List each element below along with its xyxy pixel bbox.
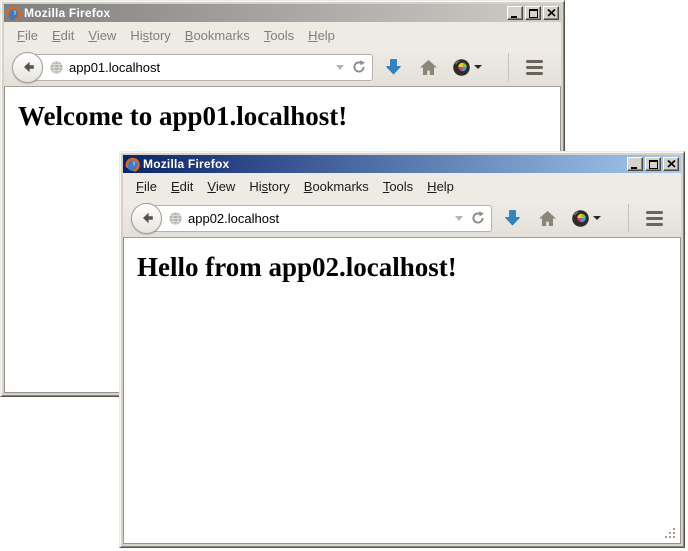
- back-button[interactable]: [131, 203, 162, 234]
- minimize-icon: [631, 167, 637, 169]
- navigation-toolbar: app02.localhost: [123, 199, 681, 238]
- menu-item-bookmarks[interactable]: Bookmarks: [178, 25, 257, 46]
- menu-item-edit[interactable]: Edit: [45, 25, 81, 46]
- menu-item-tools[interactable]: Tools: [257, 25, 301, 46]
- url-bar[interactable]: app01.localhost: [27, 54, 373, 81]
- extension-colorwheel-button[interactable]: [567, 203, 605, 233]
- close-icon: [547, 9, 556, 17]
- window-title: Mozilla Firefox: [24, 6, 110, 20]
- home-button[interactable]: [532, 203, 562, 233]
- maximize-button[interactable]: [645, 157, 661, 171]
- minimize-button[interactable]: [627, 157, 643, 171]
- firefox-logo-icon: [6, 6, 21, 21]
- home-icon: [419, 59, 438, 76]
- page-heading: Welcome to app01.localhost!: [18, 101, 560, 132]
- extension-colorwheel-button[interactable]: [448, 52, 486, 82]
- menu-item-view[interactable]: View: [200, 176, 242, 197]
- menu-bar: FileEditViewHistoryBookmarksToolsHelp: [4, 22, 561, 48]
- back-arrow-icon: [139, 210, 155, 226]
- url-text[interactable]: app01.localhost: [69, 60, 332, 75]
- menu-item-file[interactable]: File: [129, 176, 164, 197]
- minimize-icon: [511, 16, 517, 18]
- maximize-icon: [649, 160, 658, 169]
- window-title: Mozilla Firefox: [143, 157, 229, 171]
- resize-grip[interactable]: [665, 528, 676, 539]
- menu-item-tools[interactable]: Tools: [376, 176, 420, 197]
- menu-item-view[interactable]: View: [81, 25, 123, 46]
- page-content: Hello from app02.localhost!: [123, 238, 681, 544]
- maximize-button[interactable]: [525, 6, 541, 20]
- navigation-toolbar: app01.localhost: [4, 48, 561, 87]
- colorwheel-icon: [452, 58, 471, 77]
- download-button[interactable]: [378, 52, 408, 82]
- site-identity-globe-icon: [168, 211, 183, 226]
- urlbar-dropdown-icon[interactable]: [336, 65, 344, 70]
- menu-hamburger-button[interactable]: [639, 203, 669, 233]
- reload-icon[interactable]: [351, 59, 367, 75]
- menu-item-help[interactable]: Help: [420, 176, 461, 197]
- chevron-down-icon: [474, 65, 482, 69]
- back-button[interactable]: [12, 52, 43, 83]
- site-identity-globe-icon: [49, 60, 64, 75]
- menu-item-help[interactable]: Help: [301, 25, 342, 46]
- close-icon: [667, 160, 676, 168]
- hamburger-icon: [646, 211, 663, 214]
- firefox-logo-icon: [125, 157, 140, 172]
- home-icon: [538, 210, 557, 227]
- hamburger-icon: [526, 60, 543, 63]
- titlebar[interactable]: Mozilla Firefox: [4, 4, 561, 22]
- url-text[interactable]: app02.localhost: [188, 211, 451, 226]
- close-button[interactable]: [663, 157, 679, 171]
- toolbar-separator: [508, 53, 509, 81]
- chevron-down-icon: [593, 216, 601, 220]
- page-heading: Hello from app02.localhost!: [137, 252, 680, 283]
- maximize-icon: [529, 9, 538, 18]
- minimize-button[interactable]: [507, 6, 523, 20]
- colorwheel-icon: [571, 209, 590, 228]
- back-arrow-icon: [20, 59, 36, 75]
- titlebar[interactable]: Mozilla Firefox: [123, 155, 681, 173]
- toolbar-separator: [628, 204, 629, 232]
- download-button[interactable]: [497, 203, 527, 233]
- reload-icon[interactable]: [470, 210, 486, 226]
- menu-bar: FileEditViewHistoryBookmarksToolsHelp: [123, 173, 681, 199]
- download-arrow-icon: [385, 58, 402, 76]
- download-arrow-icon: [504, 209, 521, 227]
- menu-item-edit[interactable]: Edit: [164, 176, 200, 197]
- urlbar-dropdown-icon[interactable]: [455, 216, 463, 221]
- firefox-window-app02: Mozilla Firefox FileEditViewHistoryBookm…: [119, 151, 685, 548]
- menu-item-history[interactable]: History: [242, 176, 296, 197]
- menu-item-file[interactable]: File: [10, 25, 45, 46]
- home-button[interactable]: [413, 52, 443, 82]
- menu-item-bookmarks[interactable]: Bookmarks: [297, 176, 376, 197]
- menu-item-history[interactable]: History: [123, 25, 177, 46]
- close-button[interactable]: [543, 6, 559, 20]
- menu-hamburger-button[interactable]: [519, 52, 549, 82]
- url-bar[interactable]: app02.localhost: [146, 205, 492, 232]
